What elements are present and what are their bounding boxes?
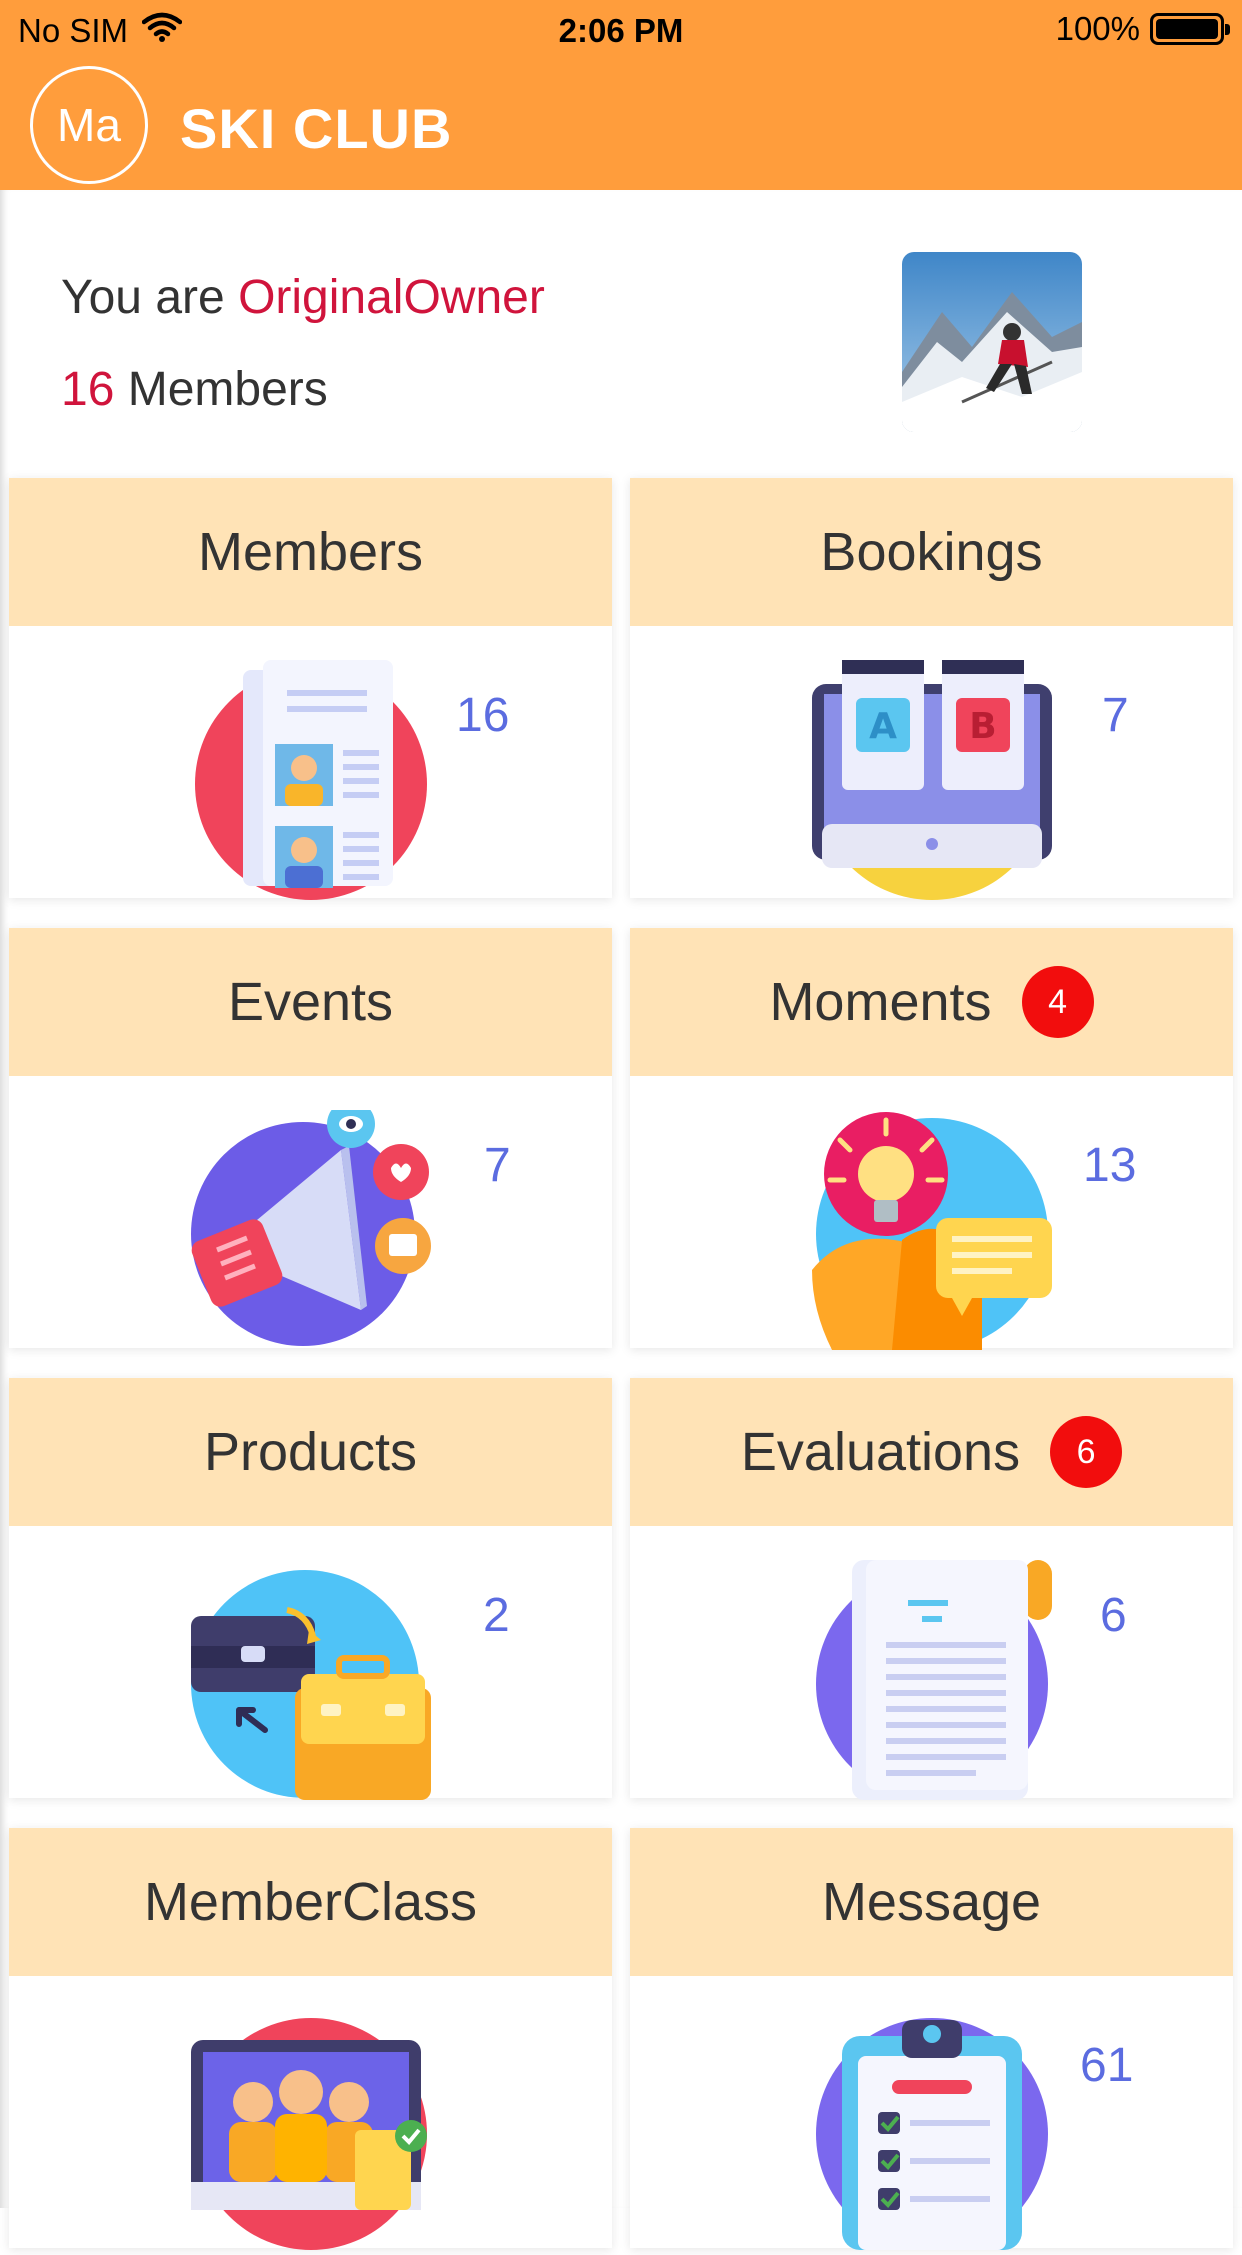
tile-products[interactable]: Products 2	[9, 1378, 612, 1800]
notification-badge: 4	[1021, 966, 1094, 1038]
battery-icon	[1150, 13, 1230, 45]
avatar[interactable]: Ma	[30, 66, 148, 184]
tile-header: Products	[9, 1378, 612, 1526]
tile-memberclass[interactable]: MemberClass	[9, 1828, 612, 2250]
page-title: SKI CLUB	[180, 97, 453, 160]
clipboard-checklist-icon	[812, 2010, 1052, 2250]
role-line: You are OriginalOwner	[61, 270, 545, 325]
tile-header: Message	[630, 1828, 1233, 1976]
tile-count: 13	[1083, 1139, 1137, 1192]
tile-moments[interactable]: Moments 4 13	[630, 928, 1233, 1350]
tile-title: Moments	[769, 972, 992, 1032]
briefcase-icon	[191, 1560, 431, 1800]
svg-text:A: A	[869, 706, 897, 747]
tile-message[interactable]: Message 61	[630, 1828, 1233, 2250]
tile-header: Events	[9, 928, 612, 1076]
status-right: 100%	[1055, 10, 1230, 48]
megaphone-icon	[191, 1100, 431, 1350]
member-count-label: Members	[127, 363, 328, 416]
status-bar: No SIM 2:06 PM 100%	[0, 0, 1242, 62]
tile-header: MemberClass	[9, 1828, 612, 1976]
club-photo[interactable]	[902, 252, 1082, 432]
tile-header: Evaluations 6	[630, 1378, 1233, 1526]
tile-evaluations[interactable]: Evaluations 6 6	[630, 1378, 1233, 1800]
role-prefix: You are	[61, 271, 225, 324]
document-scroll-icon	[812, 1560, 1052, 1800]
group-presentation-icon	[191, 2010, 431, 2250]
battery-percent: 100%	[1055, 10, 1140, 47]
members-cards-icon	[191, 660, 431, 900]
club-summary: You are OriginalOwner 16 Members	[0, 190, 1242, 480]
bookings-ab-monitor-icon: A B	[812, 660, 1052, 900]
tile-header: Bookings	[630, 478, 1233, 626]
tile-count: 7	[1102, 689, 1129, 742]
svg-text:B: B	[969, 706, 996, 747]
tile-title: Bookings	[820, 522, 1043, 582]
tile-title: Members	[197, 522, 424, 582]
tile-title: Products	[203, 1422, 418, 1482]
tile-count: 6	[1100, 1589, 1127, 1642]
tile-title: Events	[227, 972, 394, 1032]
app-bar: Ma SKI CLUB	[0, 62, 1242, 190]
tile-header: Members	[9, 478, 612, 626]
tile-title: Evaluations	[740, 1422, 1021, 1482]
member-count-value: 16	[61, 363, 115, 416]
tile-count: 61	[1080, 2039, 1134, 2092]
lightbulb-idea-icon	[812, 1110, 1052, 1350]
notification-badge: 6	[1050, 1416, 1123, 1488]
tile-title: MemberClass	[143, 1872, 478, 1932]
tile-count: 2	[483, 1589, 510, 1642]
tile-bookings[interactable]: Bookings A B 7	[630, 478, 1233, 900]
tile-title: Message	[821, 1872, 1042, 1932]
member-count-line: 16 Members	[61, 362, 328, 417]
tile-members[interactable]: Members 16	[9, 478, 612, 900]
tile-count: 7	[484, 1139, 511, 1192]
tile-events[interactable]: Events 7	[9, 928, 612, 1348]
tile-count: 16	[456, 689, 510, 742]
role-value: OriginalOwner	[238, 271, 545, 324]
main-content: You are OriginalOwner 16 Members Members…	[0, 190, 1242, 2250]
tile-header: Moments 4	[630, 928, 1233, 1076]
